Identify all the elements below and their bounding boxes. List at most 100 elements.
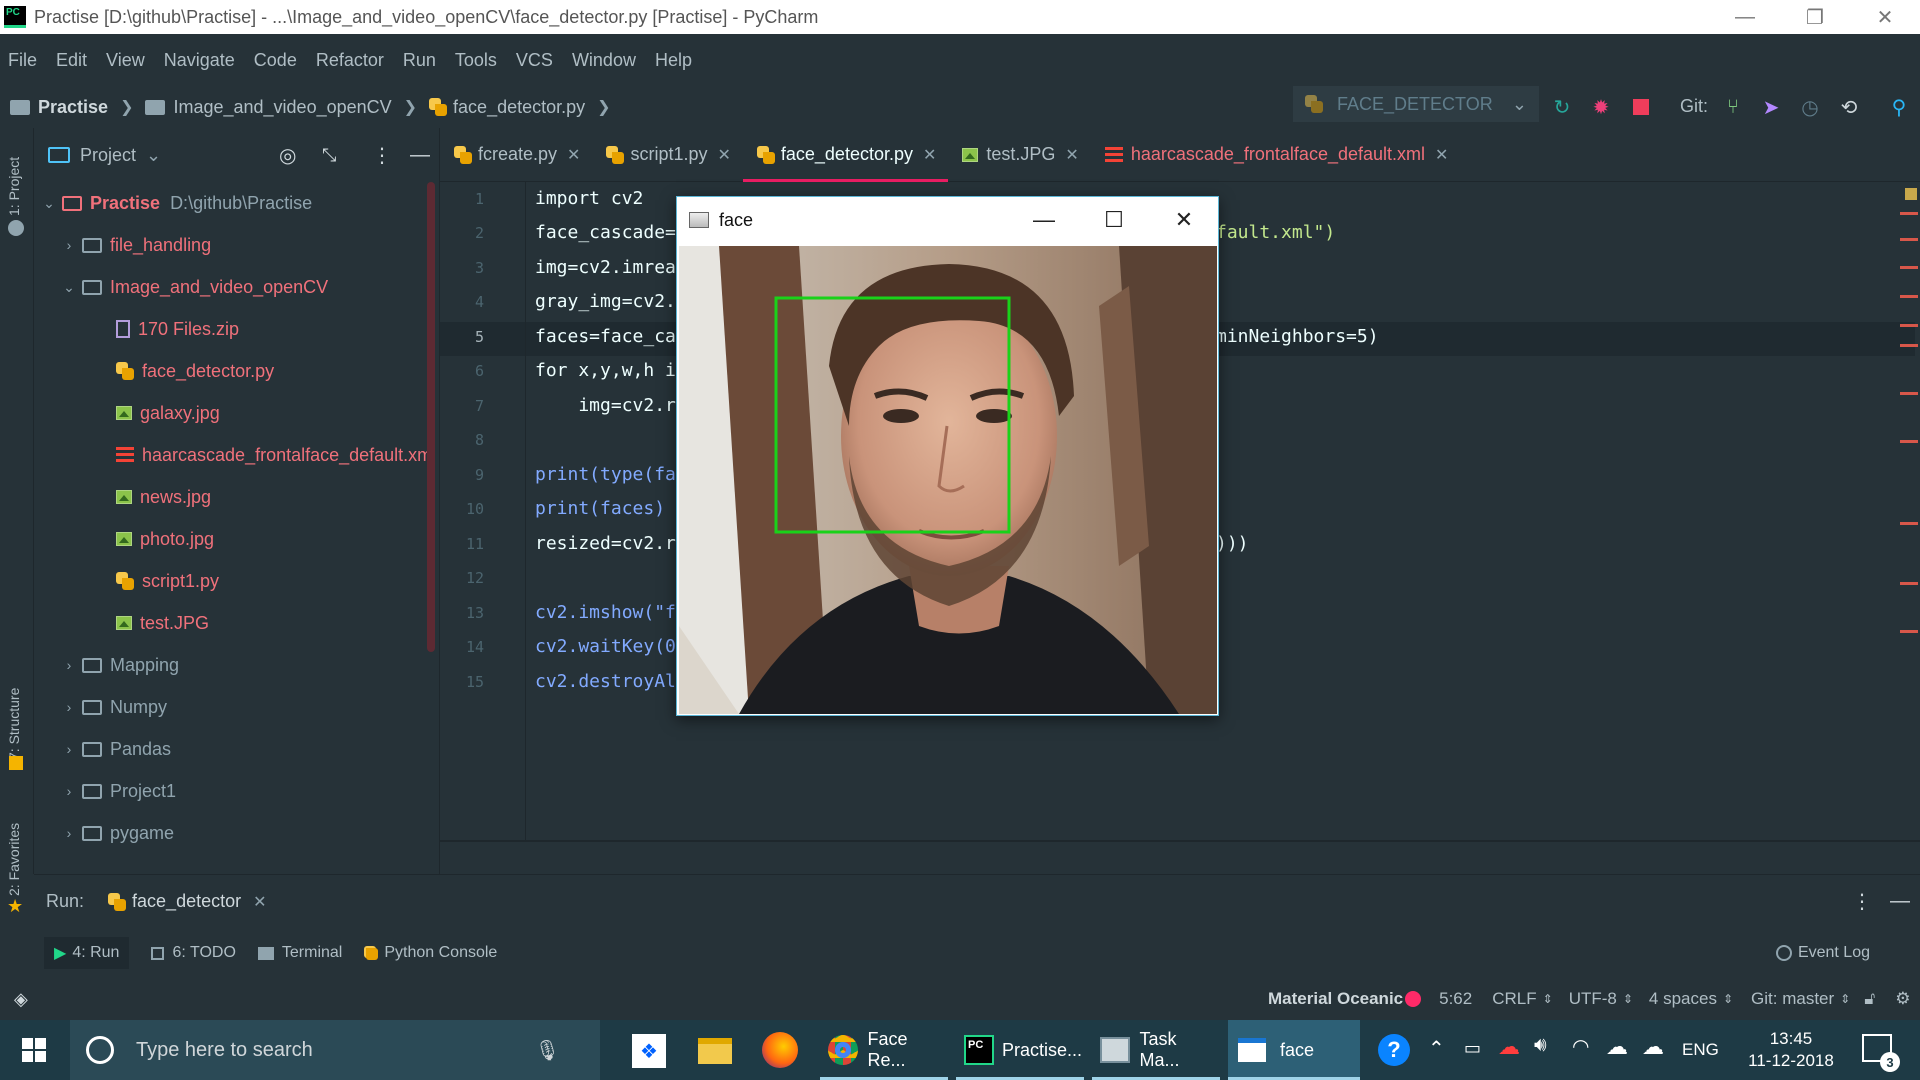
error-mark[interactable] — [1900, 295, 1918, 298]
taskbar-app-face[interactable]: face — [1228, 1020, 1360, 1080]
git-branch[interactable]: Git: master — [1751, 989, 1834, 1009]
git-push-icon[interactable]: ➤ — [1758, 94, 1784, 120]
tab-test-jpg[interactable]: test.JPG ✕ — [948, 128, 1090, 182]
line-separator[interactable]: CRLF — [1492, 989, 1536, 1009]
error-mark[interactable] — [1900, 440, 1918, 443]
lock-icon[interactable]: 🔓︎ — [1864, 989, 1875, 1009]
cloud-sync-icon[interactable]: ☁ — [1642, 1034, 1664, 1060]
maximize-button[interactable]: ☐ — [1079, 197, 1149, 243]
minimize-button[interactable]: — — [1009, 197, 1079, 243]
git-branch-icon[interactable]: ⑂ — [1720, 94, 1746, 120]
theme-label[interactable]: Material Oceanic — [1268, 989, 1403, 1009]
caret-position[interactable]: 5:62 — [1439, 989, 1472, 1009]
close-run-tab-icon[interactable]: ✕ — [253, 892, 266, 912]
menu-edit[interactable]: Edit — [56, 50, 87, 71]
tool-run[interactable]: ▶ 4: Run — [44, 937, 130, 969]
tool-todo[interactable]: 6: TODO — [151, 944, 236, 962]
onedrive-error-icon[interactable]: ☁ — [1498, 1034, 1520, 1060]
microphone-icon[interactable]: 🎙︎ — [535, 1038, 560, 1063]
error-mark[interactable] — [1900, 392, 1918, 395]
collapse-icon[interactable]: ⤡ — [322, 145, 336, 166]
event-log-button[interactable]: Event Log — [1775, 944, 1870, 962]
tree-item[interactable]: script1.py — [34, 560, 439, 602]
close-button[interactable]: ✕ — [1149, 197, 1219, 243]
menu-navigate[interactable]: Navigate — [164, 50, 235, 71]
file-explorer-icon[interactable] — [698, 1038, 732, 1064]
menu-file[interactable]: File — [8, 50, 37, 71]
tree-root[interactable]: ⌄ Practise D:\github\Practise — [34, 182, 439, 224]
history-icon[interactable]: ◷ — [1797, 94, 1823, 120]
tree-item[interactable]: haarcascade_frontalface_default.xml — [34, 434, 439, 476]
tree-item[interactable]: ⌄ Image_and_video_openCV — [34, 266, 439, 308]
tool-python-console[interactable]: Python Console — [364, 944, 497, 962]
menu-window[interactable]: Window — [572, 50, 636, 71]
tray-chevron-up-icon[interactable]: ⌃ — [1428, 1036, 1445, 1061]
wifi-icon[interactable]: ◠ — [1572, 1034, 1589, 1059]
tree-item[interactable]: 170 Files.zip — [34, 308, 439, 350]
error-mark[interactable] — [1900, 582, 1918, 585]
menu-run[interactable]: Run — [403, 50, 436, 71]
close-tab-icon[interactable]: ✕ — [923, 145, 936, 165]
encoding[interactable]: UTF-8 — [1569, 989, 1617, 1009]
run-config-selector[interactable]: FACE_DETECTOR ⌄ — [1293, 86, 1539, 122]
start-icon[interactable] — [22, 1038, 46, 1062]
taskbar-app-task-manager[interactable]: Task Ma... — [1092, 1020, 1220, 1080]
tab-face-detector[interactable]: face_detector.py ✕ — [742, 128, 949, 182]
firefox-icon[interactable] — [762, 1032, 798, 1068]
menu-refactor[interactable]: Refactor — [316, 50, 384, 71]
error-mark[interactable] — [1900, 238, 1918, 241]
more-icon[interactable]: ⋮ — [372, 143, 392, 168]
close-button[interactable]: ✕ — [1850, 0, 1920, 34]
tree-item[interactable]: › Mapping — [34, 644, 439, 686]
search-icon[interactable]: ⚲ — [1886, 94, 1912, 120]
error-mark[interactable] — [1900, 344, 1918, 347]
hide-icon[interactable]: — — [410, 144, 430, 167]
help-icon[interactable]: ? — [1378, 1034, 1410, 1066]
tree-item[interactable]: face_detector.py — [34, 350, 439, 392]
close-tab-icon[interactable]: ✕ — [1065, 145, 1078, 165]
taskbar-app-chrome[interactable]: Face Re... — [820, 1020, 948, 1080]
tree-item[interactable]: › Numpy — [34, 686, 439, 728]
layers-icon[interactable]: ◈ — [14, 989, 28, 1010]
tree-item[interactable]: › pygame — [34, 812, 439, 854]
rerun-icon[interactable]: ↻ — [1549, 94, 1575, 120]
tree-item[interactable]: › Project1 — [34, 770, 439, 812]
tree-item[interactable]: photo.jpg — [34, 518, 439, 560]
inspector-icon[interactable]: ⚙ — [1895, 989, 1910, 1009]
tree-item[interactable]: › Pandas — [34, 728, 439, 770]
error-mark[interactable] — [1900, 630, 1918, 633]
language-indicator[interactable]: ENG — [1682, 1040, 1719, 1060]
menu-code[interactable]: Code — [254, 50, 297, 71]
cloud-upload-icon[interactable]: ☁ — [1606, 1034, 1628, 1060]
close-tab-icon[interactable]: ✕ — [1435, 145, 1448, 165]
clock[interactable]: 13:45 11-12-2018 — [1746, 1028, 1836, 1072]
face-window[interactable]: face — ☐ ✕ — [676, 196, 1219, 716]
breadcrumb-project[interactable]: Practise — [38, 97, 108, 118]
stop-icon[interactable] — [1628, 94, 1654, 120]
tree-item[interactable]: test.JPG — [34, 602, 439, 644]
run-config-tab[interactable]: face_detector — [132, 891, 241, 912]
close-tab-icon[interactable]: ✕ — [717, 145, 730, 165]
menu-view[interactable]: View — [106, 50, 145, 71]
inspection-status-icon[interactable] — [1905, 188, 1917, 200]
minimize-button[interactable]: — — [1710, 0, 1780, 34]
more-icon[interactable]: ⋮ — [1852, 889, 1872, 914]
tree-item[interactable]: galaxy.jpg — [34, 392, 439, 434]
error-mark[interactable] — [1900, 212, 1918, 215]
favorites-tool-tab[interactable]: 2: Favorites — [6, 823, 22, 896]
battery-icon[interactable]: ▭ — [1464, 1038, 1481, 1059]
structure-tool-tab[interactable]: 7: Structure — [6, 688, 22, 760]
dropbox-icon[interactable]: ❖ — [632, 1034, 666, 1068]
close-tab-icon[interactable]: ✕ — [567, 145, 580, 165]
error-mark[interactable] — [1900, 522, 1918, 525]
rollback-icon[interactable]: ⟲ — [1836, 94, 1862, 120]
hide-icon[interactable]: — — [1890, 890, 1910, 913]
tool-terminal[interactable]: Terminal — [257, 944, 342, 962]
tab-haarcascade[interactable]: haarcascade_frontalface_default.xml ✕ — [1091, 128, 1461, 182]
face-window-titlebar[interactable]: face — ☐ ✕ — [677, 197, 1218, 243]
project-scrollbar[interactable] — [427, 182, 435, 652]
tree-item[interactable]: news.jpg — [34, 476, 439, 518]
indent-setting[interactable]: 4 spaces — [1649, 989, 1717, 1009]
locate-icon[interactable]: ◎ — [279, 143, 296, 168]
error-mark[interactable] — [1900, 324, 1918, 327]
